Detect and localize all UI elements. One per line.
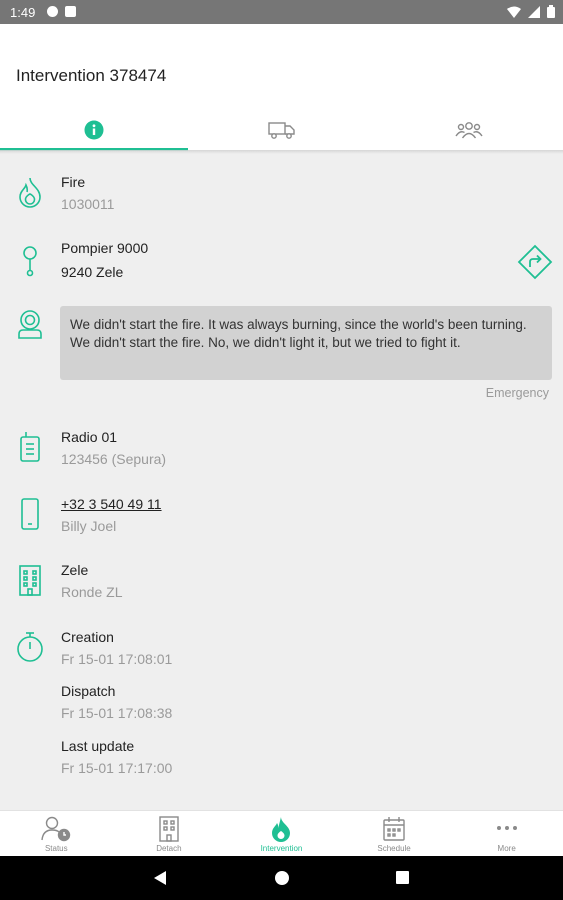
nav-more[interactable]: More [450,811,563,856]
location-line1: Pompier 9000 [61,240,149,256]
radio-name: Radio 01 [61,429,118,445]
radio-detail: 123456 (Sepura) [61,451,167,467]
sim-icon [65,6,76,17]
building-icon [16,564,44,596]
truck-icon [267,122,295,139]
contact-name: Billy Joel [61,518,117,534]
contact-phone-link[interactable]: +32 3 540 49 11 [61,494,162,514]
calendar-icon [383,817,405,841]
directions-icon [517,244,553,280]
signal-icon [528,5,540,18]
caller-icon [16,308,44,340]
tab-people[interactable] [375,110,563,150]
tab-bar [0,110,563,151]
status-time: 1:49 [10,5,36,20]
nav-detach[interactable]: Detach [113,811,226,856]
building-detail: Ronde ZL [61,584,123,600]
tab-info[interactable] [0,110,188,151]
home-icon[interactable] [274,870,290,886]
app-bar: Intervention 378474 [0,24,563,151]
person-clock-icon [41,816,71,842]
location-pin-icon [16,246,44,278]
building-icon [159,816,179,842]
directions-button[interactable] [517,244,553,280]
nav-status[interactable]: Status [0,811,113,856]
back-icon[interactable] [153,870,167,886]
incident-type: Fire [61,174,86,190]
nav-more-label: More [497,844,516,853]
building-name: Zele [61,562,89,578]
stopwatch-icon [16,631,44,663]
wifi-icon [507,6,521,18]
flame-icon [272,817,291,842]
nav-intervention-label: Intervention [260,844,303,853]
message-bubble: We didn't start the fire. It was always … [60,306,552,380]
nav-detach-label: Detach [156,844,182,853]
radio-icon [16,431,44,463]
flame-outline-icon [16,176,44,208]
app-bar-shadow [0,150,563,154]
system-navigation-bar [0,856,563,900]
nav-schedule-label: Schedule [377,844,411,853]
location-line2: 9240 Zele [61,264,124,280]
creation-label: Creation [61,629,114,645]
creation-value: Fr 15-01 17:08:01 [61,651,173,667]
battery-icon [547,5,555,18]
bottom-navigation: Status Detach Intervention Schedule More [0,810,563,856]
page-title: Intervention 378474 [16,66,167,85]
notification-icon [47,6,58,17]
dispatch-value: Fr 15-01 17:08:38 [61,705,173,721]
last-update-value: Fr 15-01 17:17:00 [61,760,173,776]
last-update-label: Last update [61,738,135,754]
tab-vehicles[interactable] [188,110,376,150]
mobile-phone-icon [16,498,44,530]
recents-icon[interactable] [395,870,410,885]
people-icon [455,122,483,139]
more-dots-icon [496,826,517,830]
nav-intervention[interactable]: Intervention [225,811,338,856]
nav-status-label: Status [44,844,68,853]
incident-code: 1030011 [61,196,115,212]
message-label: Emergency [485,386,549,400]
status-bar: 1:49 [0,0,563,24]
nav-schedule[interactable]: Schedule [338,811,451,856]
dispatch-label: Dispatch [61,683,116,699]
info-icon [84,120,104,140]
